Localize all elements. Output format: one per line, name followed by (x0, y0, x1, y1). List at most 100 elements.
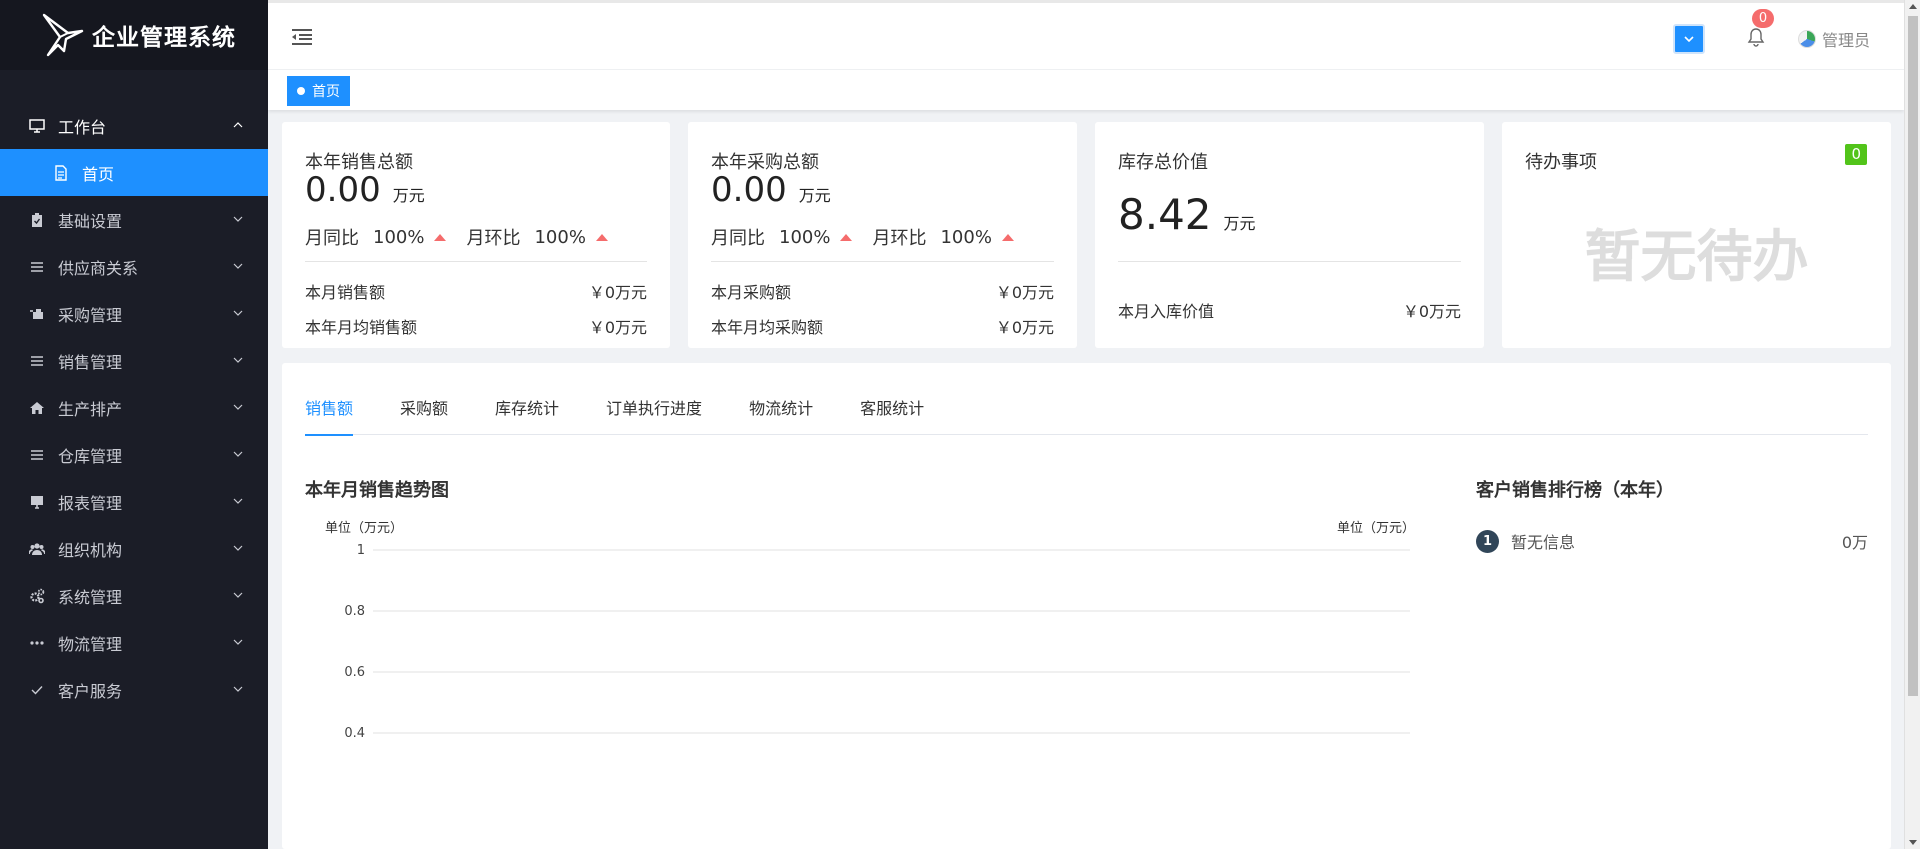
yoy-value: 100% (779, 226, 831, 248)
bell-icon[interactable] (1746, 27, 1766, 47)
sidebar-item-basic-settings[interactable]: 基础设置 (0, 196, 268, 243)
chevron-down-icon (233, 545, 243, 551)
sidebar-item-purchase[interactable]: 采购管理 (0, 290, 268, 337)
ranking-list-item[interactable]: 1 暂无信息 0万 (1476, 529, 1868, 553)
scroll-down-icon[interactable] (1909, 840, 1917, 845)
todo-empty-text: 暂无待办 (1584, 225, 1809, 290)
check-icon (28, 681, 46, 699)
sidebar: 企业管理系统 工作台 首页 基础设置 供应商关系 采购管理 销售管理 生产排产 … (0, 0, 268, 849)
card-row: 本月采购额 ￥0万元 (711, 279, 1054, 303)
sidebar-item-label: 系统管理 (58, 587, 123, 607)
tab-logistics[interactable]: 物流统计 (749, 399, 813, 435)
tab-sales[interactable]: 销售额 (305, 399, 354, 436)
row-label: 本月采购额 (711, 283, 792, 302)
row-label: 本月销售额 (305, 283, 386, 302)
row-label: 本年月均采购额 (711, 318, 824, 337)
tab-customer-service[interactable]: 客服统计 (860, 399, 924, 435)
sidebar-item-label: 组织机构 (58, 540, 123, 560)
chevron-down-icon (233, 263, 243, 269)
row-value: ￥0万元 (588, 318, 647, 337)
y-tick-label: 1 (357, 543, 365, 558)
todo-count-badge: 0 (1845, 144, 1867, 165)
card-unit: 万元 (798, 186, 831, 205)
card-unit: 万元 (1223, 214, 1256, 233)
row-label: 本年月均销售额 (305, 318, 418, 337)
clipboard-icon (28, 211, 46, 229)
scroll-up-icon[interactable] (1909, 4, 1917, 9)
card-row: 本月入库价值 ￥0万元 (1118, 298, 1461, 322)
list-icon (28, 258, 46, 276)
user-menu[interactable]: 管理员 (1798, 27, 1870, 51)
rank-customer-name: 暂无信息 (1511, 533, 1576, 552)
chevron-down-icon (233, 451, 243, 457)
card-unit: 万元 (392, 186, 425, 205)
sidebar-item-customer-service[interactable]: 客户服务 (0, 666, 268, 713)
sidebar-item-organization[interactable]: 组织机构 (0, 525, 268, 572)
row-value: ￥0万元 (995, 318, 1054, 337)
chevron-down-icon (233, 592, 243, 598)
sidebar-item-label: 基础设置 (58, 211, 123, 231)
card-row: 本年月均采购额 ￥0万元 (711, 314, 1054, 338)
sidebar-item-logistics[interactable]: 物流管理 (0, 619, 268, 666)
tab-purchase[interactable]: 采购额 (400, 399, 448, 435)
yoy-label: 月同比 (711, 228, 765, 249)
chevron-down-icon (233, 498, 243, 504)
sidebar-item-supplier[interactable]: 供应商关系 (0, 243, 268, 290)
card-title: 库存总价值 (1118, 152, 1208, 173)
theme-dropdown-button[interactable] (1673, 24, 1705, 54)
sidebar-item-label: 供应商关系 (58, 258, 139, 278)
mom-value: 100% (534, 226, 586, 248)
sidebar-item-label: 仓库管理 (58, 446, 123, 466)
purchase-summary-card: 本年采购总额 0.00 万元 月同比 100% 月环比 100% 本月采购额 ￥0… (688, 122, 1077, 348)
row-value: ￥0万元 (1402, 302, 1461, 321)
app-logo[interactable]: 企业管理系统 (0, 0, 268, 70)
sidebar-item-production[interactable]: 生产排产 (0, 384, 268, 431)
sidebar-item-label: 生产排产 (58, 399, 123, 419)
sidebar-item-label: 首页 (82, 164, 115, 184)
sidebar-item-label: 工作台 (58, 117, 107, 137)
chevron-down-icon (233, 216, 243, 222)
stats-tabs: 销售额 采购额 库存统计 订单执行进度 物流统计 客服统计 (305, 399, 1868, 436)
sidebar-item-workbench[interactable]: 工作台 (0, 102, 268, 149)
row-label: 本月入库价值 (1118, 302, 1215, 321)
chevron-down-icon (1684, 36, 1694, 43)
tab-inventory[interactable]: 库存统计 (495, 399, 559, 435)
sidebar-menu: 工作台 首页 基础设置 供应商关系 采购管理 销售管理 生产排产 仓库管理 报表… (0, 102, 268, 713)
bird-logo-icon (42, 13, 84, 57)
sidebar-item-system[interactable]: 系统管理 (0, 572, 268, 619)
sidebar-item-label: 物流管理 (58, 634, 123, 654)
sidebar-item-reports[interactable]: 报表管理 (0, 478, 268, 525)
y-axis-unit-left: 单位（万元） (325, 521, 403, 536)
tag-home[interactable]: 首页 (287, 76, 350, 106)
sidebar-item-sales[interactable]: 销售管理 (0, 337, 268, 384)
list-icon (28, 446, 46, 464)
tab-order-progress[interactable]: 订单执行进度 (606, 399, 702, 435)
avatar (1798, 30, 1816, 48)
sidebar-item-warehouse[interactable]: 仓库管理 (0, 431, 268, 478)
chevron-down-icon (233, 310, 243, 316)
tags-view-bar: 首页 (268, 70, 1904, 110)
card-value-number: 8.42 (1118, 190, 1212, 239)
tag-home-label: 首页 (312, 84, 340, 100)
yoy-value: 100% (373, 226, 425, 248)
up-arrow-icon (434, 233, 447, 241)
gears-icon (28, 587, 46, 605)
divider (711, 261, 1054, 262)
screen-icon (28, 493, 46, 511)
app-title: 企业管理系统 (92, 25, 236, 51)
chart-title: 本年月销售趋势图 (305, 480, 449, 501)
menu-fold-icon[interactable] (290, 27, 314, 47)
sidebar-item-label: 采购管理 (58, 305, 123, 325)
ranking-title: 客户销售排行榜（本年） (1476, 480, 1674, 501)
sidebar-item-label: 销售管理 (58, 352, 123, 372)
card-value-number: 0.00 (305, 170, 381, 210)
scrollbar-thumb[interactable] (1908, 16, 1918, 696)
sidebar-item-home[interactable]: 首页 (0, 149, 268, 196)
page-scrollbar[interactable] (1904, 0, 1920, 849)
up-arrow-icon (1001, 233, 1014, 241)
divider (1118, 261, 1461, 262)
mom-label: 月环比 (466, 228, 521, 249)
chevron-down-icon (233, 639, 243, 645)
y-tick-label: 0.4 (344, 726, 365, 741)
sidebar-item-label: 客户服务 (58, 681, 123, 701)
